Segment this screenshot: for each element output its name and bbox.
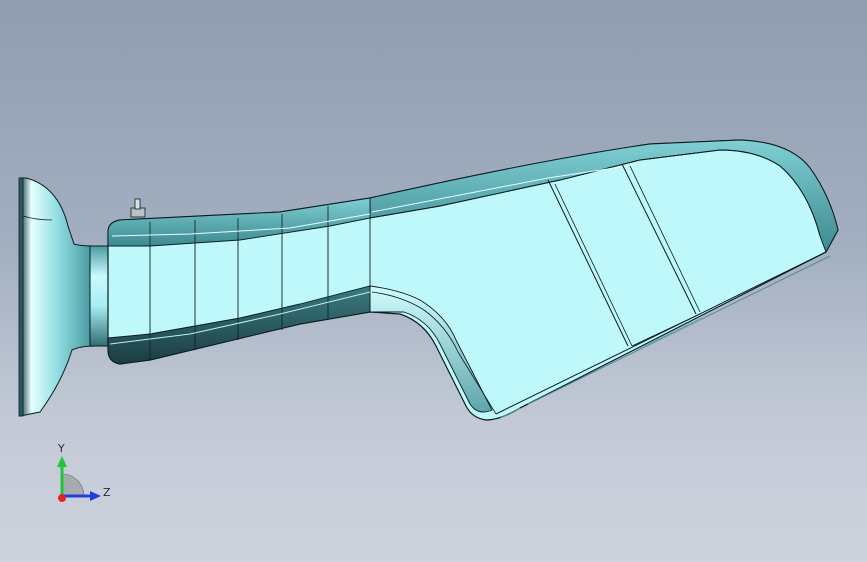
model-canvas[interactable] (0, 0, 867, 562)
neck-part[interactable] (89, 245, 111, 347)
y-axis-label: Y (58, 442, 65, 455)
cad-viewport[interactable]: Y Z (0, 0, 867, 562)
pin-feature (130, 198, 146, 218)
axis-triad (57, 456, 101, 502)
flange-part[interactable] (18, 177, 97, 417)
z-axis-label: Z (103, 486, 111, 499)
handle-body[interactable] (107, 139, 839, 421)
